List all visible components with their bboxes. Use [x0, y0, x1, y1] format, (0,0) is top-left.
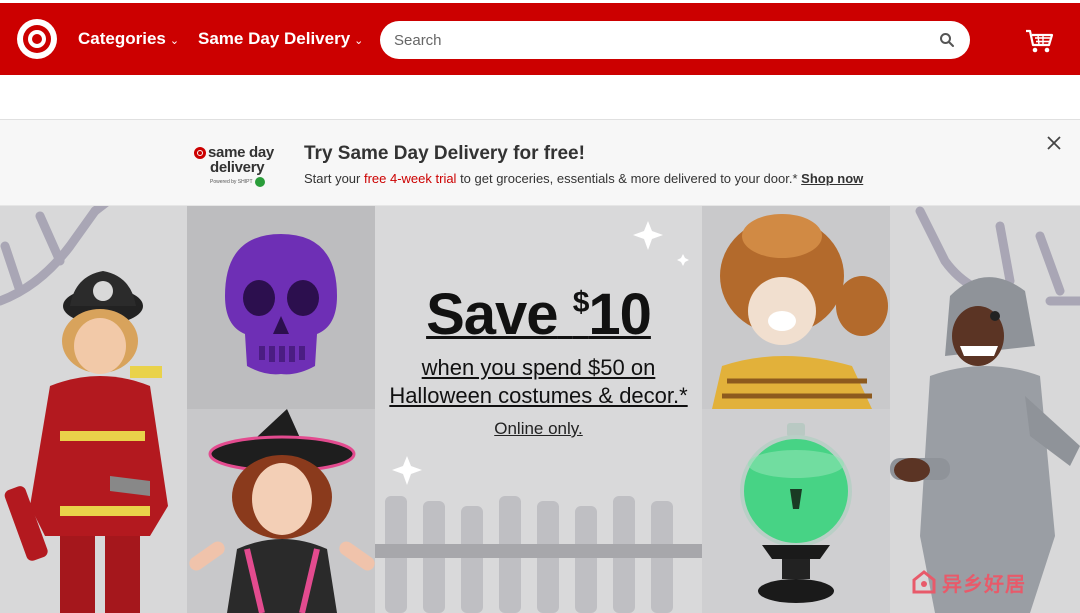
offer-description: when you spend $50 on Halloween costumes…	[389, 355, 688, 408]
watermark-logo-icon	[912, 570, 936, 594]
promo-trial-text: free 4-week trial	[363, 171, 457, 186]
nav-categories[interactable]: Categories ⌄	[78, 29, 179, 49]
logo-line-2: delivery	[210, 159, 265, 176]
secondary-bar	[0, 75, 1080, 120]
save-headline: Save $10	[375, 270, 702, 348]
purple-skull-image	[187, 206, 375, 409]
save-amount: 10	[588, 282, 652, 347]
logo-powered-by: Powered by SHIPT	[210, 177, 265, 187]
watermark-text: 异乡好居	[942, 571, 1026, 596]
shop-now-link[interactable]: Shop now	[801, 171, 863, 186]
nav-same-day-delivery-label: Same Day Delivery	[198, 29, 351, 48]
shipt-icon	[254, 177, 265, 187]
watermark: 异乡好居	[910, 566, 1026, 598]
promo-sub-before: Start your	[304, 171, 364, 186]
nav-same-day-delivery[interactable]: Same Day Delivery ⌄	[198, 29, 363, 49]
cart-icon[interactable]	[1024, 27, 1054, 55]
promo-subtitle: Start your free 4-week trial to get groc…	[304, 171, 863, 186]
promo-title: Try Same Day Delivery for free!	[304, 143, 585, 164]
search-input[interactable]	[394, 30, 924, 50]
online-only-note: Online only.	[494, 419, 583, 438]
hero-offer: Save $10 when you spend $50 on Halloween…	[375, 270, 702, 440]
close-icon[interactable]	[1045, 134, 1063, 152]
search-icon[interactable]	[938, 31, 956, 49]
target-logo-icon[interactable]	[17, 19, 57, 59]
bullseye-icon	[194, 147, 206, 159]
nav-categories-label: Categories	[78, 29, 166, 48]
promo-sub-after: to get groceries, essentials & more deli…	[456, 171, 798, 186]
chevron-down-icon: ⌄	[354, 35, 364, 47]
witch-costume-image	[187, 409, 375, 613]
save-word: Save	[426, 282, 558, 347]
same-day-delivery-logo: same day delivery Powered by SHIPT	[194, 144, 286, 188]
firefighter-costume-image	[0, 206, 187, 613]
logo-line-3: Powered by SHIPT	[210, 179, 253, 185]
halloween-hero-banner[interactable]: Save $10 when you spend $50 on Halloween…	[0, 206, 1080, 613]
same-day-delivery-banner: same day delivery Powered by SHIPT Try S…	[0, 120, 1080, 206]
search-bar	[380, 21, 970, 59]
lion-costume-image	[702, 206, 890, 409]
green-globe-decor-image	[702, 409, 890, 613]
top-header: Categories ⌄ Same Day Delivery ⌄	[0, 3, 1080, 75]
currency-symbol: $	[572, 286, 590, 319]
chevron-down-icon: ⌄	[169, 35, 180, 47]
shark-costume-image	[890, 206, 1080, 613]
